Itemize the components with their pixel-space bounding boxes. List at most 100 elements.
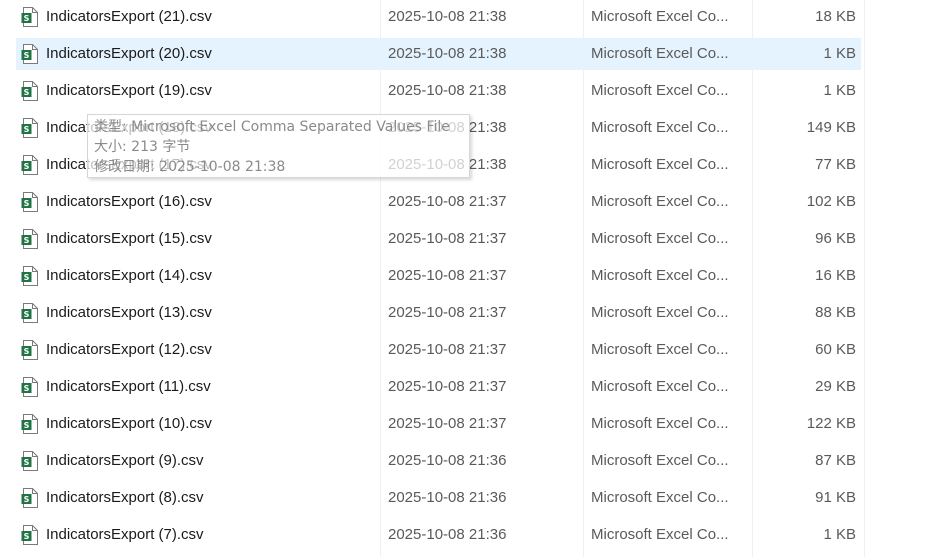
csv-file-icon: S — [21, 334, 39, 366]
file-type: Microsoft Excel Co... — [591, 156, 729, 173]
file-size: 1 KB — [823, 82, 856, 99]
file-name[interactable]: IndicatorsExport (10).csv — [46, 408, 376, 440]
file-row[interactable]: S IndicatorsExport (11).csv 2025-10-08 21:… — [16, 371, 861, 403]
svg-text:S: S — [24, 199, 30, 208]
file-type: Microsoft Excel Co... — [591, 230, 729, 247]
file-list: S IndicatorsExport (21).csv 2025-10-08 21:… — [0, 0, 926, 557]
file-date-modified: 2025-10-08 21:38 — [388, 82, 507, 99]
file-date-modified: 2025-10-08 21:37 — [388, 193, 507, 210]
file-date-modified: 2025-10-08 21:37 — [388, 267, 507, 284]
file-row[interactable]: S IndicatorsExport (7).csv 2025-10-08 21:3… — [16, 519, 861, 551]
csv-file-icon: S — [21, 75, 39, 107]
file-date-modified: 2025-10-08 21:37 — [388, 415, 507, 432]
file-type: Microsoft Excel Co... — [591, 8, 729, 25]
file-row[interactable]: S IndicatorsExport (8).csv 2025-10-08 21:3… — [16, 482, 861, 514]
svg-text:S: S — [24, 347, 30, 356]
file-date-modified: 2025-10-08 21:38 — [388, 45, 507, 62]
file-type: Microsoft Excel Co... — [591, 119, 729, 136]
tooltip-size-line: 大小: 213 字节 — [94, 139, 191, 155]
file-row[interactable]: S IndicatorsExport (12).csv 2025-10-08 21:… — [16, 334, 861, 366]
csv-file-icon: S — [21, 408, 39, 440]
svg-text:S: S — [24, 14, 30, 23]
csv-file-icon: S — [21, 519, 39, 551]
csv-file-icon: S — [21, 1, 39, 33]
file-row[interactable]: S IndicatorsExport (19).csv 2025-10-08 21:… — [16, 75, 861, 107]
svg-text:S: S — [24, 458, 30, 467]
svg-text:S: S — [24, 273, 30, 282]
file-name[interactable]: IndicatorsExport (11).csv — [46, 371, 376, 403]
file-row[interactable]: S IndicatorsExport (10).csv 2025-10-08 21:… — [16, 408, 861, 440]
file-date-modified: 2025-10-08 21:36 — [388, 526, 507, 543]
file-name[interactable]: IndicatorsExport (20).csv — [46, 38, 376, 70]
file-date-modified: 2025-10-08 21:37 — [388, 378, 507, 395]
csv-file-icon: S — [21, 482, 39, 514]
svg-text:S: S — [24, 421, 30, 430]
file-type: Microsoft Excel Co... — [591, 267, 729, 284]
file-row[interactable]: S IndicatorsExport (20).csv 2025-10-08 21:… — [16, 38, 861, 70]
file-name[interactable]: IndicatorsExport (14).csv — [46, 260, 376, 292]
svg-text:S: S — [24, 495, 30, 504]
file-name[interactable]: IndicatorsExport (19).csv — [46, 75, 376, 107]
file-type: Microsoft Excel Co... — [591, 378, 729, 395]
file-date-modified: 2025-10-08 21:37 — [388, 304, 507, 321]
file-type: Microsoft Excel Co... — [591, 415, 729, 432]
file-size: 29 KB — [815, 378, 856, 395]
file-name[interactable]: IndicatorsExport (8).csv — [46, 482, 376, 514]
file-type: Microsoft Excel Co... — [591, 193, 729, 210]
file-size: 88 KB — [815, 304, 856, 321]
file-row[interactable]: S IndicatorsExport (15).csv 2025-10-08 21:… — [16, 223, 861, 255]
csv-file-icon: S — [21, 445, 39, 477]
svg-text:S: S — [24, 384, 30, 393]
file-date-modified: 2025-10-08 21:36 — [388, 489, 507, 506]
file-type: Microsoft Excel Co... — [591, 341, 729, 358]
csv-file-icon: S — [21, 149, 39, 181]
file-date-modified: 2025-10-08 21:37 — [388, 341, 507, 358]
csv-file-icon: S — [21, 38, 39, 70]
csv-file-icon: S — [21, 371, 39, 403]
file-type: Microsoft Excel Co... — [591, 45, 729, 62]
file-size: 1 KB — [823, 526, 856, 543]
file-name[interactable]: IndicatorsExport (21).csv — [46, 1, 376, 33]
file-size: 149 KB — [806, 119, 856, 136]
file-type: Microsoft Excel Co... — [591, 526, 729, 543]
file-date-modified: 2025-10-08 21:38 — [388, 8, 507, 25]
svg-text:S: S — [24, 236, 30, 245]
file-type: Microsoft Excel Co... — [591, 489, 729, 506]
file-size: 87 KB — [815, 452, 856, 469]
svg-text:S: S — [24, 125, 30, 134]
csv-file-icon: S — [21, 260, 39, 292]
file-row[interactable]: S IndicatorsExport (16).csv 2025-10-08 21:… — [16, 186, 861, 218]
file-row[interactable]: S IndicatorsExport (13).csv 2025-10-08 21:… — [16, 297, 861, 329]
svg-text:S: S — [24, 162, 30, 171]
file-row[interactable]: S IndicatorsExport (14).csv 2025-10-08 21:… — [16, 260, 861, 292]
svg-text:S: S — [24, 88, 30, 97]
svg-text:S: S — [24, 310, 30, 319]
file-name[interactable]: IndicatorsExport (13).csv — [46, 297, 376, 329]
file-type: Microsoft Excel Co... — [591, 304, 729, 321]
tooltip-type-line: 类型: Microsoft Excel Comma Separated Valu… — [94, 119, 450, 135]
file-row[interactable]: S IndicatorsExport (21).csv 2025-10-08 21:… — [16, 1, 861, 33]
tooltip-modified-line: 修改日期: 2025-10-08 21:38 — [94, 159, 286, 175]
file-name[interactable]: IndicatorsExport (9).csv — [46, 445, 376, 477]
file-name[interactable]: IndicatorsExport (7).csv — [46, 519, 376, 551]
file-name[interactable]: IndicatorsExport (15).csv — [46, 223, 376, 255]
file-row[interactable]: S IndicatorsExport (9).csv 2025-10-08 21:3… — [16, 445, 861, 477]
file-size: 91 KB — [815, 489, 856, 506]
csv-file-icon: S — [21, 297, 39, 329]
file-name[interactable]: IndicatorsExport (12).csv — [46, 334, 376, 366]
file-size: 16 KB — [815, 267, 856, 284]
file-size: 60 KB — [815, 341, 856, 358]
svg-text:S: S — [24, 532, 30, 541]
file-size: 77 KB — [815, 156, 856, 173]
file-date-modified: 2025-10-08 21:37 — [388, 230, 507, 247]
file-size: 96 KB — [815, 230, 856, 247]
csv-file-icon: S — [21, 112, 39, 144]
file-size: 18 KB — [815, 8, 856, 25]
csv-file-icon: S — [21, 223, 39, 255]
file-type: Microsoft Excel Co... — [591, 452, 729, 469]
file-info-tooltip: 类型: Microsoft Excel Comma Separated Valu… — [87, 114, 470, 178]
file-name[interactable]: IndicatorsExport (16).csv — [46, 186, 376, 218]
file-size: 1 KB — [823, 45, 856, 62]
csv-file-icon: S — [21, 186, 39, 218]
file-size: 102 KB — [806, 193, 856, 210]
